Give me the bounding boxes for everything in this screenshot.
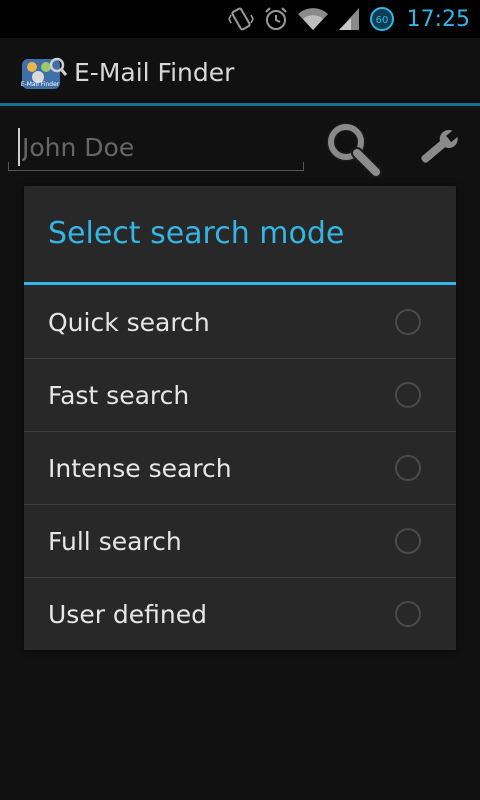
battery-icon: 60 (369, 6, 395, 32)
radio-button[interactable] (395, 528, 421, 554)
option-label: Quick search (48, 308, 210, 337)
app-title: E-Mail Finder (74, 58, 235, 87)
dialog-divider (24, 282, 456, 285)
search-mode-dialog: Select search mode Quick search Fast sea… (24, 186, 456, 650)
status-time: 17:25 (406, 6, 470, 32)
radio-button[interactable] (395, 455, 421, 481)
wifi-icon (297, 6, 329, 32)
search-button[interactable] (322, 118, 384, 180)
status-icons: 60 17:25 (227, 4, 470, 34)
option-label: User defined (48, 600, 208, 629)
search-icon (326, 122, 382, 178)
svg-text:60: 60 (375, 15, 388, 26)
svg-text:E-Mail Finder: E-Mail Finder (21, 81, 60, 88)
search-input[interactable] (18, 128, 302, 166)
status-bar: 60 17:25 (0, 0, 480, 38)
radio-button[interactable] (395, 382, 421, 408)
vibrate-icon (227, 5, 255, 33)
option-fast-search[interactable]: Fast search (24, 359, 456, 432)
app-logo[interactable]: E-Mail Finder (20, 53, 68, 93)
option-label: Fast search (48, 381, 190, 410)
option-intense-search[interactable]: Intense search (24, 432, 456, 505)
alarm-icon (263, 6, 289, 32)
radio-button[interactable] (395, 601, 421, 627)
option-user-defined[interactable]: User defined (24, 578, 456, 651)
action-bar: E-Mail Finder E-Mail Finder (0, 38, 480, 106)
radio-button[interactable] (395, 309, 421, 335)
option-label: Intense search (48, 454, 232, 483)
option-full-search[interactable]: Full search (24, 505, 456, 578)
option-quick-search[interactable]: Quick search (24, 286, 456, 359)
signal-icon (337, 6, 361, 32)
settings-button[interactable] (412, 122, 464, 174)
option-label: Full search (48, 527, 182, 556)
wrench-icon (421, 129, 459, 163)
search-mode-options: Quick search Fast search Intense search … (24, 286, 456, 651)
search-field (8, 124, 304, 171)
dialog-title: Select search mode (48, 216, 345, 251)
